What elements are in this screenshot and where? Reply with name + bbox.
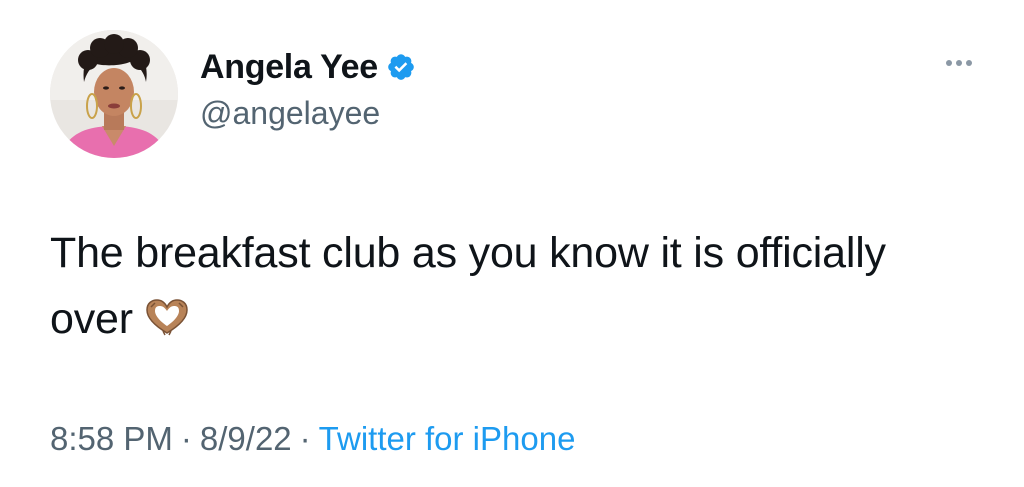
- user-handle[interactable]: @angelayee: [200, 91, 416, 135]
- display-name-row: Angela Yee: [200, 45, 416, 89]
- tweet-meta: 8:58 PM · 8/9/22 · Twitter for iPhone: [50, 418, 575, 460]
- more-dot: [956, 60, 962, 66]
- tweet-source-link[interactable]: Twitter for iPhone: [319, 420, 576, 457]
- tweet-time[interactable]: 8:58 PM: [50, 420, 173, 457]
- display-name[interactable]: Angela Yee: [200, 45, 378, 89]
- tweet-date[interactable]: 8/9/22: [200, 420, 292, 457]
- avatar[interactable]: [50, 30, 178, 158]
- more-dot: [966, 60, 972, 66]
- meta-separator: ·: [299, 420, 311, 457]
- meta-separator: ·: [180, 420, 192, 457]
- more-dot: [946, 60, 952, 66]
- tweet-text: The breakfast club as you know it is off…: [50, 220, 950, 356]
- verified-badge-icon: [386, 52, 416, 82]
- more-options-icon[interactable]: [946, 60, 972, 66]
- tweet-card: Angela Yee @angelayee The breakfast club…: [0, 0, 1024, 487]
- profile-photo-avatar: [50, 30, 178, 158]
- heart-hands-emoji-icon: [143, 290, 191, 356]
- author-names: Angela Yee @angelayee: [200, 45, 416, 135]
- tweet-header: Angela Yee @angelayee: [50, 30, 416, 158]
